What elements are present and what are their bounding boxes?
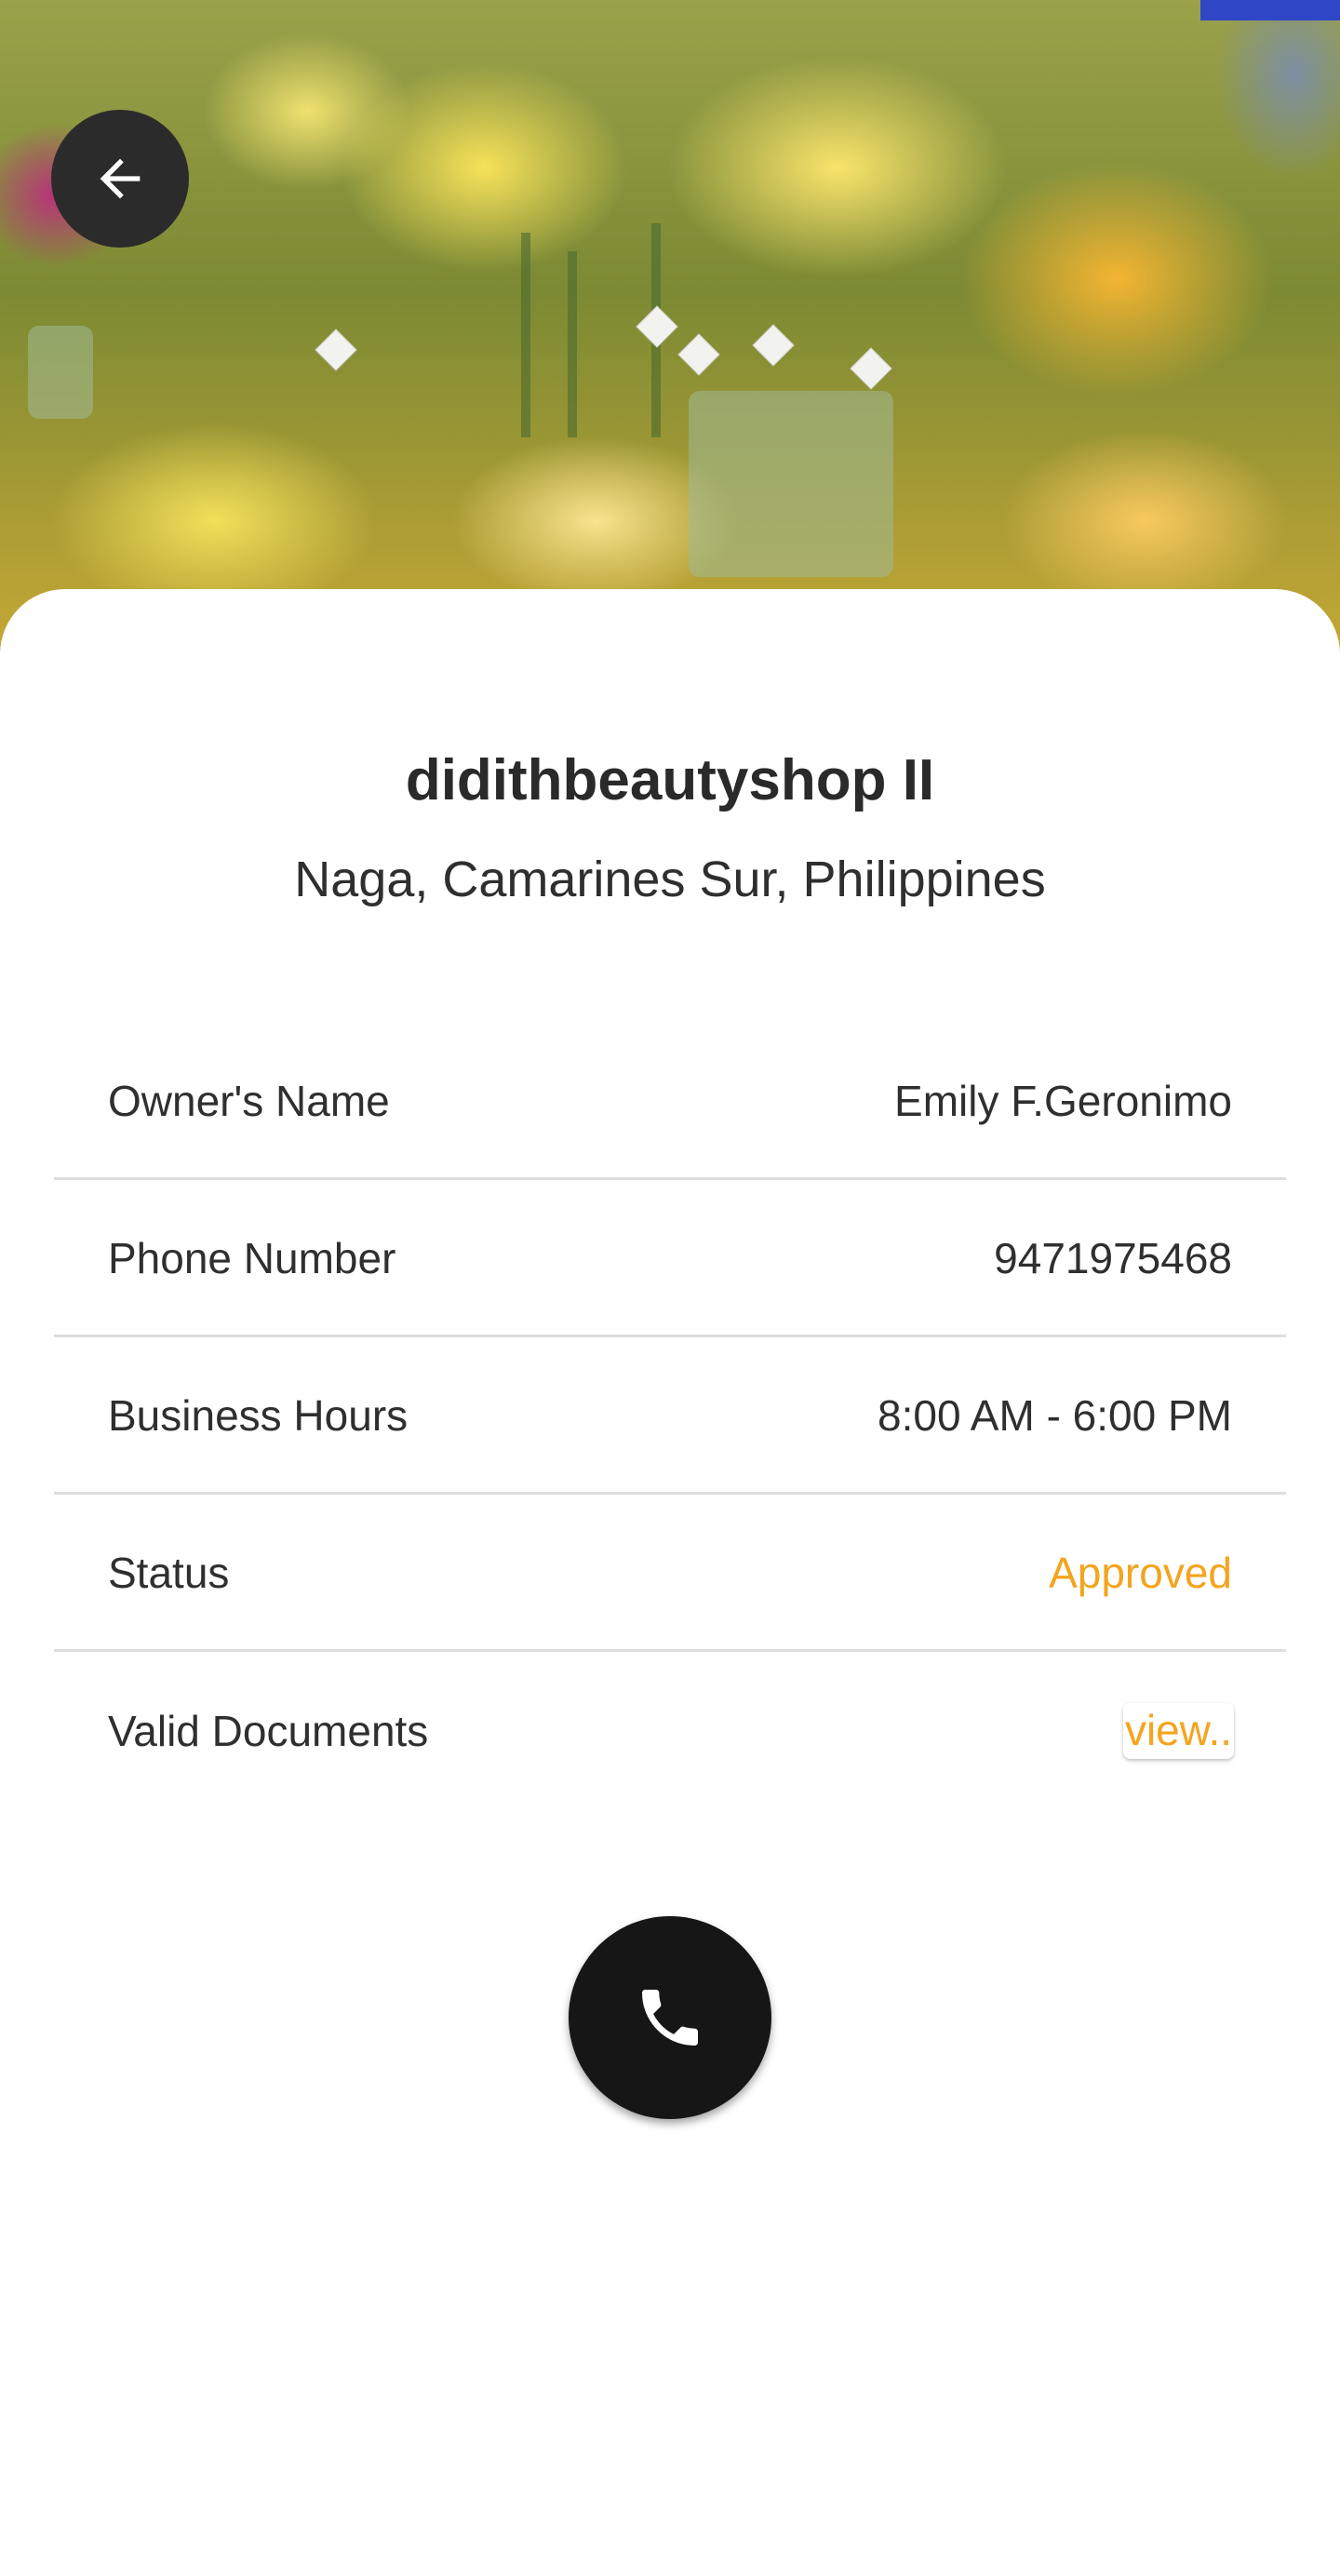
back-button[interactable] bbox=[51, 110, 189, 248]
shop-location: Naga, Camarines Sur, Philippines bbox=[294, 852, 1046, 907]
detail-row-hours: Business Hours 8:00 AM - 6:00 PM bbox=[54, 1338, 1286, 1495]
shop-cover-image bbox=[0, 0, 1340, 651]
flower-stem bbox=[568, 251, 577, 437]
detail-row-status: Status Approved bbox=[54, 1496, 1286, 1652]
valid-documents-label: Valid Documents bbox=[108, 1707, 429, 1755]
shop-name: didithbeautyshop II bbox=[405, 748, 935, 812]
detail-row-phone: Phone Number 9471975468 bbox=[54, 1181, 1286, 1337]
price-tag bbox=[636, 305, 678, 348]
detail-row-owner: Owner's Name Emily F.Geronimo bbox=[54, 1024, 1286, 1180]
flower-vase bbox=[689, 391, 893, 577]
phone-number-label: Phone Number bbox=[108, 1233, 396, 1282]
owner-name-label: Owner's Name bbox=[108, 1076, 390, 1125]
flower-vase bbox=[28, 326, 93, 419]
flower-stem bbox=[521, 233, 530, 437]
price-tag bbox=[677, 333, 720, 376]
phone-number-value: 9471975468 bbox=[994, 1233, 1232, 1282]
price-tag bbox=[752, 324, 795, 367]
business-hours-value: 8:00 AM - 6:00 PM bbox=[878, 1390, 1232, 1440]
status-label: Status bbox=[108, 1548, 230, 1597]
detail-row-documents: Valid Documents view.. bbox=[54, 1653, 1286, 1809]
price-tag bbox=[315, 329, 357, 371]
owner-name-value: Emily F.Geronimo bbox=[894, 1076, 1232, 1125]
view-documents-button[interactable]: view.. bbox=[1122, 1703, 1234, 1759]
business-hours-label: Business Hours bbox=[108, 1390, 409, 1440]
phone-icon bbox=[642, 1990, 698, 2046]
arrow-left-icon bbox=[100, 158, 141, 199]
status-badge: Approved bbox=[1049, 1548, 1232, 1597]
call-button[interactable] bbox=[569, 1916, 771, 2119]
price-tag bbox=[850, 347, 892, 390]
store-sign bbox=[1200, 0, 1340, 20]
